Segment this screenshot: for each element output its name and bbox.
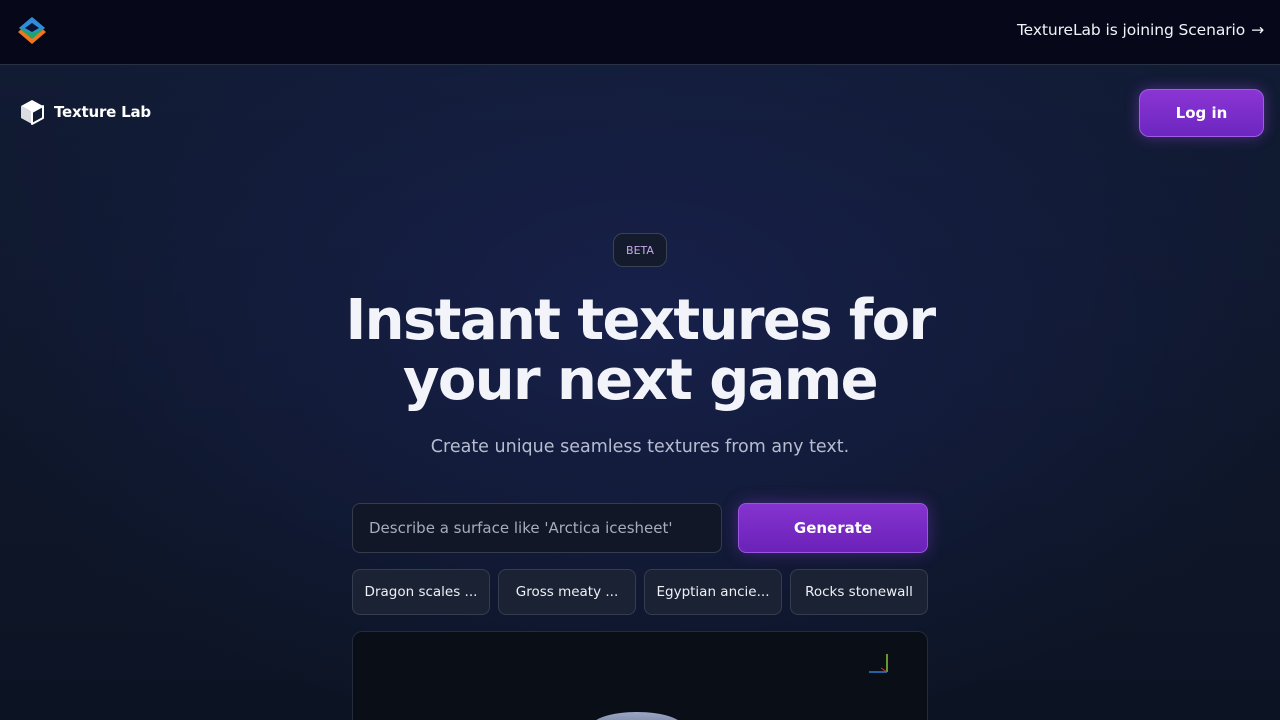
texture-preview-viewport[interactable]	[352, 631, 928, 720]
top-announcement-bar: TextureLab is joining Scenario →	[0, 0, 1280, 65]
brand-home-link[interactable]: Texture Lab	[20, 99, 151, 125]
beta-badge: BETA	[613, 233, 667, 267]
main-content: Texture Lab Log in BETA Instant textures…	[0, 65, 1280, 720]
suggestion-chip[interactable]: Rocks stonewall	[790, 569, 928, 615]
suggestion-chip[interactable]: Gross meaty ...	[498, 569, 636, 615]
subheadline: Create unique seamless textures from any…	[430, 437, 850, 457]
cube-icon	[21, 100, 44, 125]
headline-line-2: your next game	[403, 348, 879, 413]
arrow-right-icon: →	[1251, 21, 1264, 39]
login-button[interactable]: Log in	[1139, 89, 1264, 137]
announcement-link[interactable]: TextureLab is joining Scenario →	[1017, 21, 1264, 39]
announcement-text: TextureLab is joining Scenario	[1016, 21, 1246, 39]
texture-preview-mesh	[591, 712, 683, 720]
suggestion-chip[interactable]: Egyptian ancie...	[644, 569, 782, 615]
brand-name: Texture Lab	[54, 103, 151, 121]
texture-prompt-input[interactable]	[352, 503, 722, 553]
headline-line-1: Instant textures for	[345, 288, 936, 353]
scenario-logo-icon[interactable]	[16, 16, 48, 48]
axis-gizmo-icon	[869, 654, 888, 673]
suggestion-chips: Dragon scales ... Gross meaty ... Egypti…	[352, 569, 928, 615]
page-title: Instant textures for your next game	[240, 291, 1040, 411]
generate-button[interactable]: Generate	[738, 503, 928, 553]
suggestion-chip[interactable]: Dragon scales ...	[352, 569, 490, 615]
